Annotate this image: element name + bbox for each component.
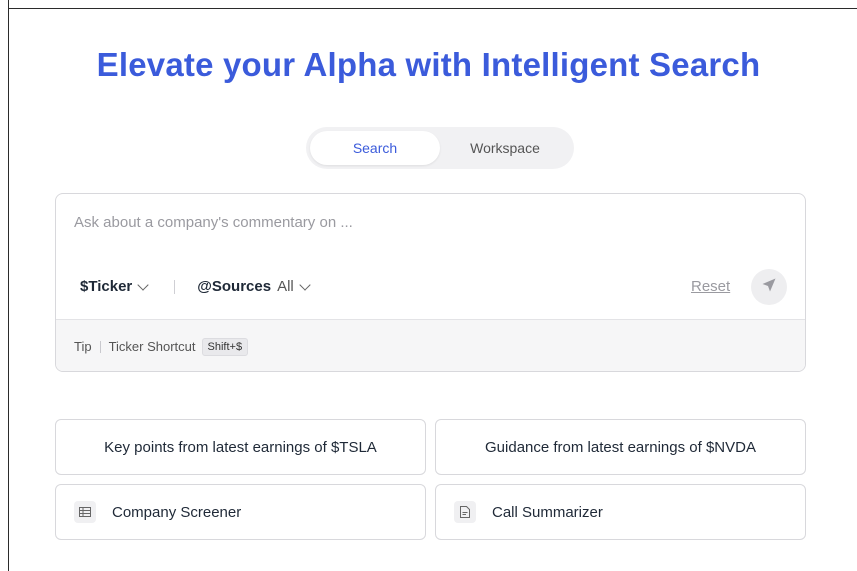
search-input[interactable]	[74, 214, 774, 231]
tab-workspace[interactable]: Workspace	[440, 131, 570, 165]
sources-dropdown[interactable]: @Sources All	[197, 278, 311, 295]
tip-text: Ticker Shortcut	[108, 339, 196, 354]
filter-divider	[174, 279, 176, 294]
window-border-left	[8, 0, 9, 571]
tool-label: Call Summarizer	[492, 503, 603, 521]
window-border-top	[8, 8, 857, 9]
search-filters: $Ticker @Sources All	[80, 278, 311, 295]
chevron-down-icon	[137, 278, 149, 291]
document-icon	[454, 501, 476, 523]
shortcut-badge: Shift+$	[201, 337, 249, 356]
tip-divider	[99, 340, 101, 353]
suggestion-card[interactable]: Key points from latest earnings of $TSLA	[55, 419, 426, 475]
mode-toggle: Search Workspace	[306, 127, 574, 169]
ticker-dropdown[interactable]: $Ticker	[80, 278, 149, 295]
suggestion-text: Guidance from latest earnings of $NVDA	[485, 438, 756, 456]
sources-dropdown-value: All	[277, 278, 294, 295]
reset-button[interactable]: Reset	[691, 278, 730, 295]
chevron-down-icon	[299, 278, 311, 291]
send-button[interactable]	[751, 269, 787, 305]
call-summarizer-card[interactable]: Call Summarizer	[435, 484, 806, 540]
tip-bar: Tip Ticker Shortcut Shift+$	[56, 319, 805, 371]
table-icon	[74, 501, 96, 523]
ticker-dropdown-label: $Ticker	[80, 278, 133, 295]
tip-label: Tip	[74, 339, 92, 354]
suggestion-text: Key points from latest earnings of $TSLA	[104, 438, 377, 456]
company-screener-card[interactable]: Company Screener	[55, 484, 426, 540]
page-title: Elevate your Alpha with Intelligent Sear…	[96, 46, 761, 83]
send-icon	[761, 277, 777, 298]
tool-label: Company Screener	[112, 503, 242, 521]
tab-search[interactable]: Search	[310, 131, 440, 165]
sources-dropdown-label: @Sources	[197, 278, 272, 295]
suggestion-card[interactable]: Guidance from latest earnings of $NVDA	[435, 419, 806, 475]
search-box: $Ticker @Sources All Reset Tip Ticker Sh…	[55, 193, 806, 372]
